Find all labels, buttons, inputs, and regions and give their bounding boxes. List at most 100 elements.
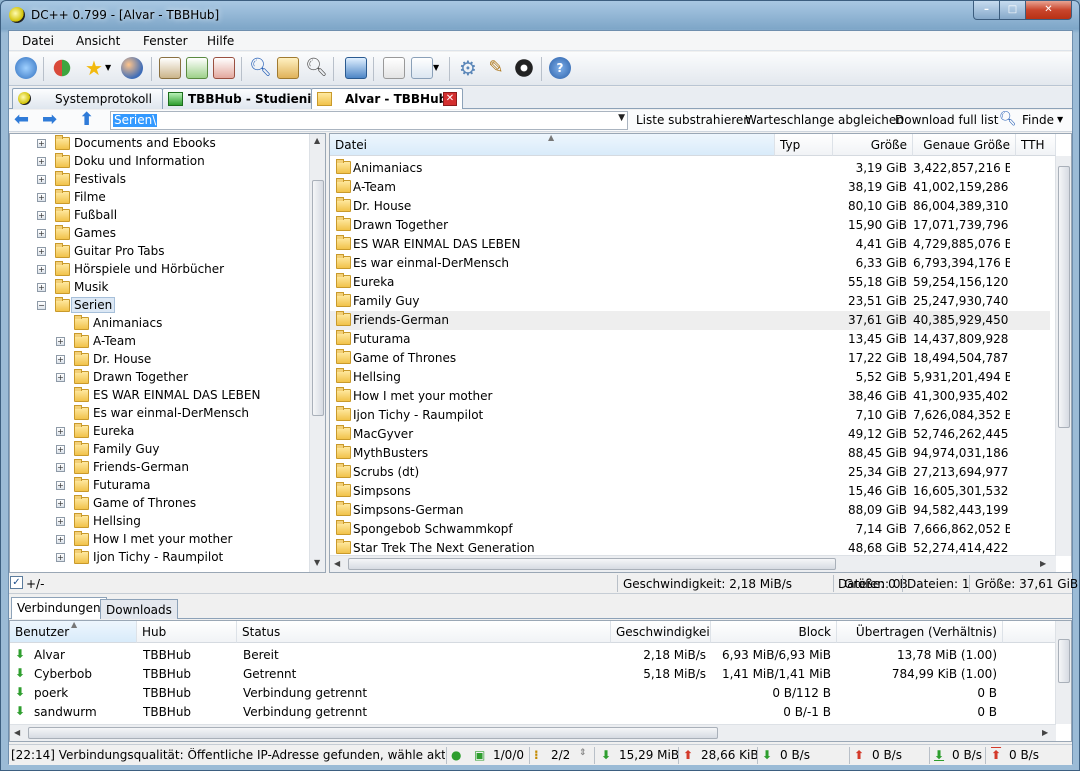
recents-dropdown-icon[interactable]: ▼	[433, 57, 443, 79]
search-spy-icon[interactable]	[277, 57, 299, 79]
scrollbar-thumb[interactable]	[1058, 639, 1070, 683]
tree-item[interactable]: + Hörspiele und Hörbücher	[10, 261, 310, 279]
expand-icon[interactable]: +	[37, 157, 46, 166]
expand-icon[interactable]: +	[56, 553, 65, 562]
tree-item[interactable]: + Documents and Ebooks	[10, 135, 310, 153]
users-icon[interactable]	[121, 57, 143, 79]
reconnect-icon[interactable]	[53, 59, 71, 77]
file-list-row[interactable]: How I met your mother 38,46 GiB 41,300,935…	[330, 387, 1050, 406]
tree-item[interactable]: + Drawn Together	[10, 369, 310, 387]
list-vertical-scrollbar[interactable]	[1055, 156, 1071, 556]
file-list-row[interactable]: ES WAR EINMAL DAS LEBEN 4,41 GiB 4,729,885…	[330, 235, 1050, 254]
file-list-row[interactable]: Family Guy 23,51 GiB 25,247,930,740 B	[330, 292, 1050, 311]
expand-icon[interactable]: +	[37, 229, 46, 238]
recents-icon[interactable]	[411, 57, 433, 79]
expand-icon[interactable]: +	[37, 211, 46, 220]
column-status[interactable]: Status	[237, 621, 611, 643]
tree-item[interactable]: ES WAR EINMAL DAS LEBEN	[10, 387, 310, 405]
file-list-row[interactable]: Ijon Tichy - Raumpilot 7,10 GiB 7,626,084,…	[330, 406, 1050, 425]
scroll-up-icon[interactable]: ▲	[314, 136, 320, 145]
connection-row[interactable]: ⬇ Cyberbob TBBHub Getrennt 5,18 MiB/s 1,41 Mi…	[10, 665, 1050, 684]
tree-item[interactable]: + A-Team	[10, 333, 310, 351]
file-list-row[interactable]: Game of Thrones 17,22 GiB 18,494,504,787 B	[330, 349, 1050, 368]
close-tab-icon[interactable]: ✕	[443, 92, 457, 106]
file-list-row[interactable]: Drawn Together 15,90 GiB 17,071,739,796 B	[330, 216, 1050, 235]
collapse-icon[interactable]: −	[37, 301, 46, 310]
tree-item[interactable]: + Eureka	[10, 423, 310, 441]
expand-icon[interactable]: +	[56, 463, 65, 472]
column-uebertragen[interactable]: Übertragen (Verhältnis)	[837, 621, 1003, 643]
tree-vertical-scrollbar[interactable]: ▲ ▼	[309, 134, 325, 572]
tree-item[interactable]: + Festivals	[10, 171, 310, 189]
expand-icon[interactable]: +	[37, 247, 46, 256]
file-list-row[interactable]: Eureka 55,18 GiB 59,254,156,120 B	[330, 273, 1050, 292]
column-geschwindigkeit[interactable]: Geschwindigkeit	[611, 621, 711, 643]
expand-icon[interactable]: +	[56, 517, 65, 526]
expand-icon[interactable]: +	[37, 139, 46, 148]
connect-globe-icon[interactable]	[15, 57, 37, 79]
tab-downloads[interactable]: Downloads	[100, 599, 178, 619]
subtract-list-button[interactable]: Liste substrahieren	[636, 113, 751, 127]
column-tth[interactable]: TTH	[1016, 134, 1056, 156]
tree-item[interactable]: + Futurama	[10, 477, 310, 495]
search-icon[interactable]: 🔍︎	[249, 57, 272, 79]
chevron-down-icon[interactable]: ▼	[618, 113, 625, 123]
scrollbar-thumb[interactable]	[28, 727, 718, 739]
find-dropdown-icon[interactable]: ▼	[1057, 115, 1063, 124]
column-genaue-groesse[interactable]: Genaue Größe	[913, 134, 1016, 156]
scrollbar-thumb[interactable]	[348, 558, 836, 570]
slots-spinner-icon[interactable]: ⇕	[579, 748, 587, 758]
maximize-button[interactable]: □	[999, 1, 1026, 20]
menu-hilfe[interactable]: Hilfe	[207, 34, 234, 48]
scroll-right-icon[interactable]: ▶	[1040, 559, 1046, 568]
file-list-row[interactable]: Simpsons 15,46 GiB 16,605,301,532 B	[330, 482, 1050, 501]
back-arrow-icon[interactable]: ⬅	[14, 111, 29, 129]
expand-icon[interactable]: +	[56, 337, 65, 346]
tree-item[interactable]: − Serien	[10, 297, 310, 315]
tree-item[interactable]: + Hellsing	[10, 513, 310, 531]
expand-icon[interactable]: +	[56, 481, 65, 490]
expand-icon[interactable]: +	[56, 355, 65, 364]
expand-icon[interactable]: +	[37, 265, 46, 274]
tree-item[interactable]: + Ijon Tichy - Raumpilot	[10, 549, 310, 567]
tab-filelist[interactable]: Alvar - TBBHub ✕	[311, 88, 463, 109]
file-list-row[interactable]: Friends-German 37,61 GiB 40,385,929,450 B	[330, 311, 1050, 330]
upload-queue-icon[interactable]	[213, 57, 235, 79]
minimize-button[interactable]: –	[973, 1, 1000, 20]
scroll-left-icon[interactable]: ◀	[14, 728, 20, 737]
expand-icon[interactable]: +	[56, 535, 65, 544]
tree-item[interactable]: + Family Guy	[10, 441, 310, 459]
expand-icon[interactable]: +	[56, 445, 65, 454]
scroll-down-icon[interactable]: ▼	[314, 558, 320, 567]
open-filelist-icon[interactable]	[383, 57, 405, 79]
expand-icon[interactable]: +	[56, 427, 65, 436]
file-list-row[interactable]: Animaniacs 3,19 GiB 3,422,857,216 B	[330, 159, 1050, 178]
tab-systemprotokoll[interactable]: Systemprotokoll	[12, 88, 163, 109]
file-list-row[interactable]: MythBusters 88,45 GiB 94,974,031,186 B	[330, 444, 1050, 463]
settings-gear-icon[interactable]: ⚙	[457, 57, 479, 79]
list-horizontal-scrollbar[interactable]: ◀ ▶	[330, 555, 1056, 572]
title-bar[interactable]: DC++ 0.799 - [Alvar - TBBHub] – □ ✕	[1, 1, 1079, 30]
scrollbar-thumb[interactable]	[1058, 166, 1070, 428]
expand-icon[interactable]: +	[56, 373, 65, 382]
scroll-right-icon[interactable]: ▶	[1042, 728, 1048, 737]
forward-arrow-icon[interactable]: ➡	[42, 111, 57, 129]
connection-row[interactable]: ⬇ Alvar TBBHub Bereit 2,18 MiB/s 6,93 MiB/6,9…	[10, 646, 1050, 665]
tree-item[interactable]: + Musik	[10, 279, 310, 297]
file-list-row[interactable]: Hellsing 5,52 GiB 5,931,201,494 B	[330, 368, 1050, 387]
transfers-horizontal-scrollbar[interactable]: ◀ ▶	[10, 724, 1056, 741]
match-queue-button[interactable]: Warteschlange abgleichen	[745, 113, 904, 127]
toggle-checkbox[interactable]: ✓	[10, 576, 23, 589]
download-full-list-button[interactable]: Download full list	[895, 113, 998, 127]
tree-item[interactable]: + Games	[10, 225, 310, 243]
find-button[interactable]: Finde	[1022, 113, 1054, 127]
tree-item[interactable]: Es war einmal-DerMensch	[10, 405, 310, 423]
folder-tree[interactable]: + Documents and Ebooks + Doku und Informati…	[9, 133, 326, 573]
file-list[interactable]: Datei Typ Größe Genaue Größe TTH ▲ Animaniacs 3…	[329, 133, 1072, 573]
path-input[interactable]: Serien\ ▼	[110, 111, 628, 130]
menu-ansicht[interactable]: Ansicht	[76, 34, 120, 48]
tree-item[interactable]: + Game of Thrones	[10, 495, 310, 513]
tree-item[interactable]: + Guitar Pro Tabs	[10, 243, 310, 261]
file-list-row[interactable]: MacGyver 49,12 GiB 52,746,262,445 B	[330, 425, 1050, 444]
tree-item[interactable]: + Doku und Information	[10, 153, 310, 171]
